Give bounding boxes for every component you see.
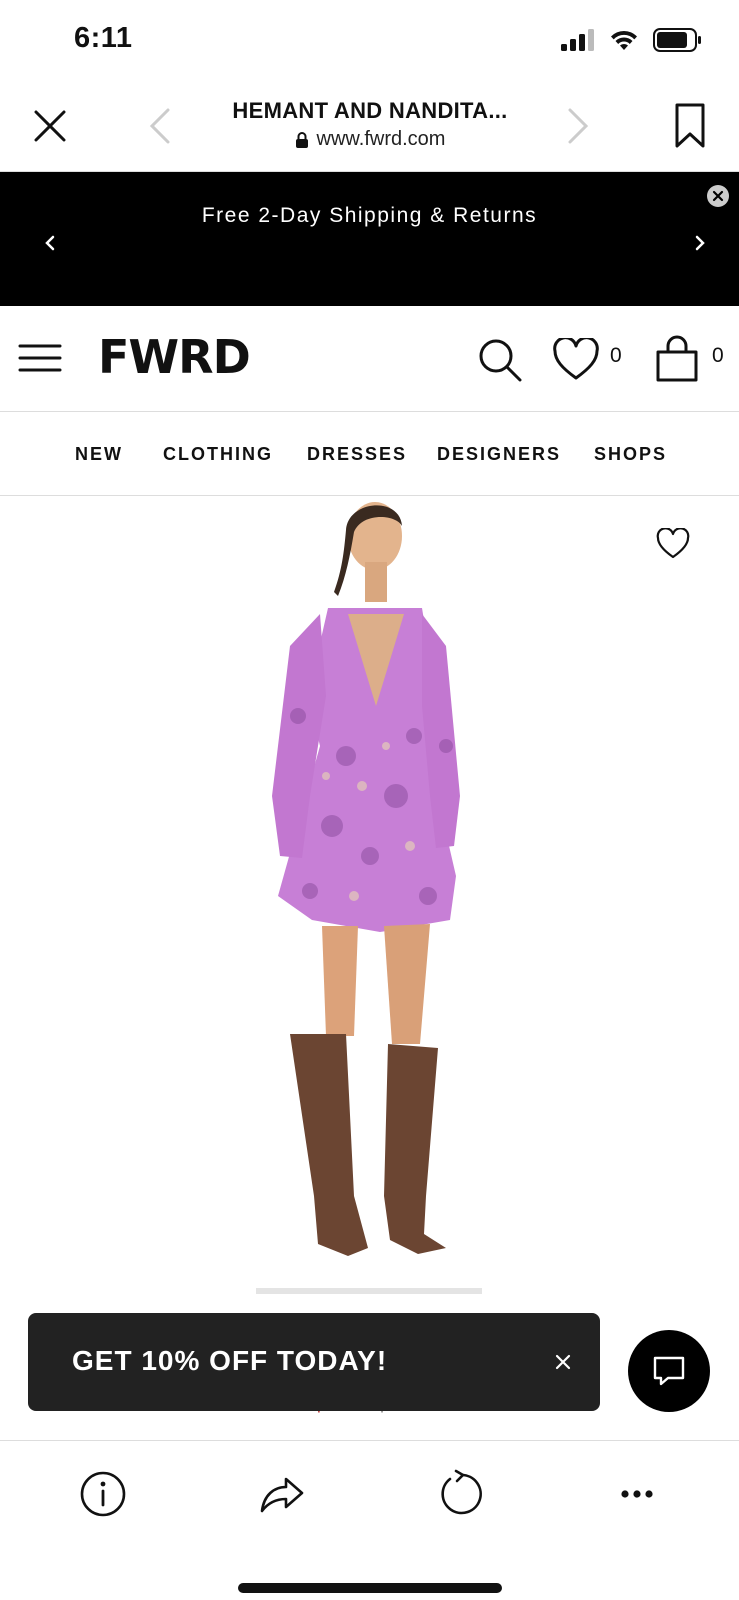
nav-item-dresses[interactable]: DRESSES [307,444,407,465]
favorite-heart-icon[interactable] [656,528,690,560]
close-icon[interactable] [30,106,70,146]
nav-item-designers[interactable]: DESIGNERS [437,444,561,465]
info-icon[interactable] [78,1469,128,1519]
search-icon[interactable] [476,336,524,384]
status-bar: 6:11 [0,0,739,82]
promo-next-icon[interactable] [690,228,710,258]
product-area: HEMANT AND NANDITA Mari Mini Dress $279$… [0,496,739,1440]
chat-bubble-icon [653,1356,685,1386]
wishlist-heart-icon[interactable] [552,338,600,382]
bookmark-icon[interactable] [672,102,708,150]
toast-close-icon[interactable] [550,1349,576,1375]
chat-button[interactable] [628,1330,710,1412]
reload-icon[interactable] [434,1469,484,1519]
nav-item-new[interactable]: NEW [75,444,123,465]
image-carousel-indicator [256,1288,482,1294]
promo-text: Free 2-Day Shipping & Returns [201,204,538,227]
wishlist-count: 0 [610,344,622,367]
wifi-icon [611,30,637,50]
url-display[interactable]: www.fwrd.com [200,128,540,151]
status-time: 6:11 [74,22,133,54]
more-icon[interactable] [612,1469,662,1519]
menu-icon[interactable] [18,338,62,378]
status-icons [561,28,701,52]
browser-toolbar [0,1440,739,1600]
shopping-bag-icon[interactable] [654,334,700,382]
browser-header: HEMANT AND NANDITA... www.fwrd.com [0,82,739,172]
product-image[interactable] [250,496,490,1296]
site-logo[interactable]: FWRD [98,330,251,384]
page-title: HEMANT AND NANDITA... [232,98,508,123]
lock-icon [295,131,308,148]
bag-count: 0 [712,344,724,367]
toast-text[interactable]: GET 10% OFF TODAY! [72,1345,387,1377]
category-nav: NEW CLOTHING DRESSES DESIGNERS SHOPS [0,412,739,496]
back-chevron-icon[interactable] [146,106,176,146]
promo-banner: Free 2-Day Shipping & Returns [0,172,739,306]
promo-prev-icon[interactable] [40,228,60,258]
nav-item-shops[interactable]: SHOPS [594,444,667,465]
right-boot [384,1044,446,1254]
site-header: FWRD 0 0 [0,306,739,412]
discount-toast[interactable]: GET 10% OFF TODAY! [28,1313,600,1411]
share-icon[interactable] [256,1469,306,1519]
promo-close-icon[interactable] [706,184,730,208]
left-boot [290,1034,368,1256]
url-text: www.fwrd.com [316,128,446,150]
battery-icon [653,28,701,52]
home-indicator [238,1583,502,1593]
cellular-signal-icon [561,29,594,51]
forward-chevron-icon[interactable] [562,106,592,146]
nav-item-clothing[interactable]: CLOTHING [163,444,273,465]
browser-title-area[interactable]: HEMANT AND NANDITA... www.fwrd.com [200,98,540,151]
